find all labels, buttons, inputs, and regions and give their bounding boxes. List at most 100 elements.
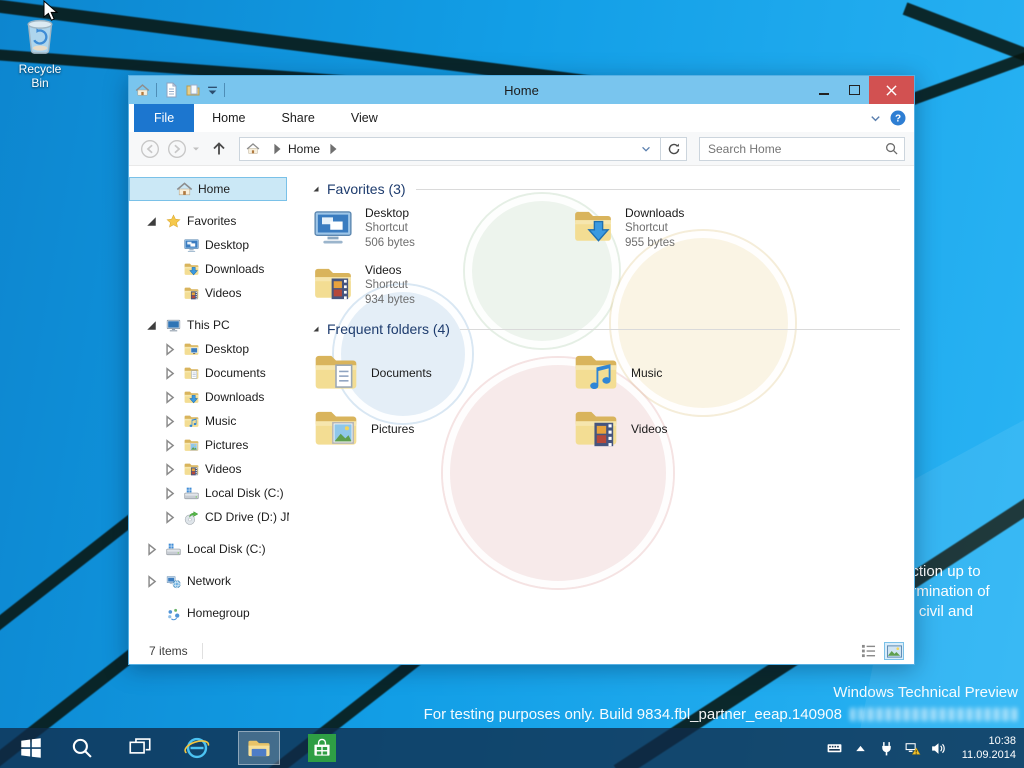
- details-view-icon: [861, 644, 876, 658]
- tab-home[interactable]: Home: [194, 104, 263, 132]
- file-explorer-button[interactable]: [238, 731, 280, 765]
- star-icon: [165, 213, 182, 230]
- sidebar-item-local-disk-c[interactable]: Local Disk (C:): [129, 481, 287, 505]
- sidebar-item-documents[interactable]: Documents: [129, 361, 287, 385]
- group-header-favorites[interactable]: Favorites (3): [311, 179, 914, 199]
- group-header-frequent[interactable]: Frequent folders (4): [311, 319, 914, 339]
- history-caret-icon[interactable]: [191, 144, 201, 154]
- qat-dropdown-icon[interactable]: [207, 85, 218, 96]
- expand-icon[interactable]: [161, 437, 178, 454]
- file-item-music[interactable]: Music: [571, 345, 831, 401]
- search-input[interactable]: [706, 141, 885, 157]
- breadcrumb-arrow-icon[interactable]: [326, 142, 340, 156]
- close-button[interactable]: [869, 76, 914, 104]
- search-icon[interactable]: [885, 142, 898, 155]
- address-bar[interactable]: Home: [239, 137, 661, 161]
- new-folder-icon[interactable]: [185, 82, 201, 98]
- mouse-cursor: [42, 0, 62, 24]
- sidebar-item-network[interactable]: Network: [129, 569, 287, 593]
- refresh-button[interactable]: [661, 137, 687, 161]
- pc-icon: [165, 317, 182, 334]
- expander-placeholder: [161, 285, 178, 302]
- taskbar-clock[interactable]: 10:38 11.09.2014: [962, 734, 1016, 762]
- sidebar-item-videos[interactable]: Videos: [129, 281, 287, 305]
- breadcrumb-arrow-icon[interactable]: [270, 142, 284, 156]
- group-collapse-icon[interactable]: [311, 184, 321, 194]
- file-item-pictures[interactable]: Pictures: [311, 401, 571, 457]
- expand-icon[interactable]: [143, 573, 160, 590]
- minimize-button[interactable]: [809, 76, 839, 104]
- navigation-pane: HomeFavoritesDesktopDownloadsVideosThis …: [129, 165, 289, 638]
- sidebar-item-local-disk-c[interactable]: Local Disk (C:): [129, 537, 287, 561]
- explorer-icon: [246, 735, 272, 761]
- volume-icon[interactable]: [930, 740, 947, 757]
- sidebar-item-this-pc[interactable]: This PC: [129, 313, 287, 337]
- store-button[interactable]: [301, 731, 343, 765]
- file-item-name: Downloads: [625, 206, 684, 221]
- explorer-window: Home File Home Share View ? H: [128, 75, 915, 665]
- search-box[interactable]: [699, 137, 905, 161]
- expand-icon[interactable]: [161, 485, 178, 502]
- task-view-button[interactable]: [119, 731, 161, 765]
- properties-icon[interactable]: [163, 82, 179, 98]
- sidebar-item-label: Desktop: [205, 342, 249, 356]
- search-button[interactable]: [61, 731, 103, 765]
- sidebar-item-cd-drive-d-jm1[interactable]: CD Drive (D:) JM1: [129, 505, 287, 529]
- file-item-videos[interactable]: VideosShortcut934 bytes: [311, 262, 571, 319]
- watermark-line1: Windows Technical Preview: [833, 684, 1018, 701]
- folder-desktop-icon: [183, 341, 200, 358]
- folder-video-icon: [571, 404, 621, 454]
- svg-text:?: ?: [895, 114, 901, 125]
- tab-file[interactable]: File: [134, 104, 194, 132]
- toolbar-separator: [156, 83, 157, 97]
- sidebar-item-videos[interactable]: Videos: [129, 457, 287, 481]
- file-item-downloads[interactable]: DownloadsShortcut955 bytes: [571, 205, 831, 262]
- sidebar-item-music[interactable]: Music: [129, 409, 287, 433]
- up-icon[interactable]: [211, 141, 227, 157]
- expand-icon[interactable]: [161, 461, 178, 478]
- sidebar-item-pictures[interactable]: Pictures: [129, 433, 287, 457]
- expand-icon[interactable]: [161, 413, 178, 430]
- sidebar-item-favorites[interactable]: Favorites: [129, 209, 287, 233]
- file-item-videos[interactable]: Videos: [571, 401, 831, 457]
- start-button[interactable]: [10, 731, 52, 765]
- file-item-documents[interactable]: Documents: [311, 345, 571, 401]
- thumbnail-view-button[interactable]: [884, 642, 904, 660]
- show-hidden-icons[interactable]: [852, 740, 869, 757]
- breadcrumb[interactable]: Home: [288, 142, 320, 156]
- help-icon[interactable]: ?: [890, 110, 906, 126]
- power-icon[interactable]: [878, 740, 895, 757]
- details-view-button[interactable]: [858, 642, 878, 660]
- touch-keyboard-icon[interactable]: [826, 740, 843, 757]
- collapse-icon[interactable]: [143, 317, 160, 334]
- ribbon-collapse-icon[interactable]: [869, 112, 882, 125]
- address-dropdown-icon[interactable]: [640, 143, 652, 155]
- items-count: 7 items: [149, 644, 188, 658]
- sidebar-item-desktop[interactable]: Desktop: [129, 233, 287, 257]
- expand-icon[interactable]: [143, 541, 160, 558]
- sidebar-item-homegroup[interactable]: Homegroup: [129, 601, 287, 625]
- group-collapse-icon[interactable]: [311, 324, 321, 334]
- titlebar[interactable]: Home: [129, 76, 914, 104]
- internet-explorer-button[interactable]: [176, 731, 218, 765]
- sidebar-item-downloads[interactable]: Downloads: [129, 257, 287, 281]
- sidebar-item-home[interactable]: Home: [129, 177, 287, 201]
- forward-icon[interactable]: [167, 139, 187, 159]
- maximize-button[interactable]: [839, 76, 869, 104]
- sidebar-item-downloads[interactable]: Downloads: [129, 385, 287, 409]
- explorer-home-icon[interactable]: [135, 83, 150, 98]
- expand-icon[interactable]: [161, 509, 178, 526]
- tab-share[interactable]: Share: [264, 104, 333, 132]
- network-warning-icon[interactable]: [904, 740, 921, 757]
- back-icon[interactable]: [140, 139, 160, 159]
- tray-time: 10:38: [962, 734, 1016, 748]
- expand-icon[interactable]: [161, 365, 178, 382]
- collapse-icon[interactable]: [143, 213, 160, 230]
- desktop-icon: [183, 237, 200, 254]
- expand-icon[interactable]: [161, 341, 178, 358]
- tab-view[interactable]: View: [333, 104, 396, 132]
- sidebar-item-desktop[interactable]: Desktop: [129, 337, 287, 361]
- expand-icon[interactable]: [161, 389, 178, 406]
- file-item-desktop[interactable]: DesktopShortcut506 bytes: [311, 205, 571, 262]
- sidebar-item-label: CD Drive (D:) JM1: [205, 510, 289, 524]
